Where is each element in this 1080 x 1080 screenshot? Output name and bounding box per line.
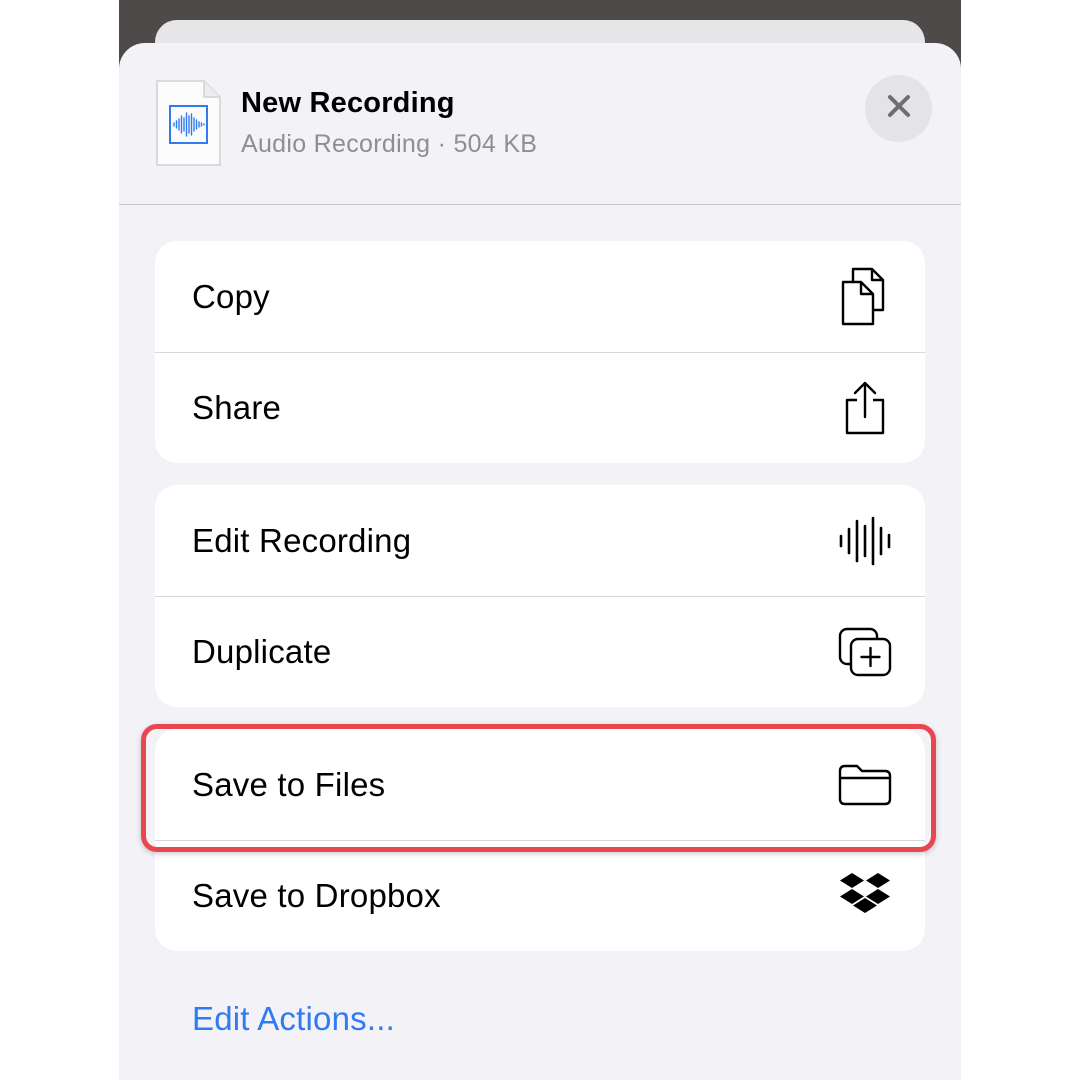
copy-action[interactable]: Copy xyxy=(155,241,925,352)
share-label: Share xyxy=(192,388,282,426)
share-icon xyxy=(835,378,895,438)
close-button[interactable] xyxy=(865,75,932,142)
waveform-icon xyxy=(835,511,895,571)
edit-recording-action[interactable]: Edit Recording xyxy=(155,485,925,596)
save-to-files-action[interactable]: Save to Files xyxy=(155,729,925,840)
file-title: New Recording xyxy=(241,87,455,119)
action-group-3: Save to Files Save to Dropbox xyxy=(155,729,925,951)
copy-label: Copy xyxy=(192,277,270,315)
dropbox-icon xyxy=(835,866,895,926)
file-subtitle: Audio Recording · 504 KB xyxy=(241,130,538,158)
action-group-2: Edit Recording Duplicate xyxy=(155,485,925,707)
share-sheet: New Recording Audio Recording · 504 KB C… xyxy=(119,43,961,1080)
duplicate-label: Duplicate xyxy=(192,632,332,670)
sheet-header: New Recording Audio Recording · 504 KB xyxy=(119,43,961,205)
action-group-1: Copy Share xyxy=(155,241,925,463)
waveform-document-icon xyxy=(156,80,221,166)
folder-icon xyxy=(835,755,895,815)
save-to-dropbox-label: Save to Dropbox xyxy=(192,876,441,914)
edit-recording-label: Edit Recording xyxy=(192,521,412,559)
edit-actions-link[interactable]: Edit Actions... xyxy=(192,1000,395,1038)
save-to-dropbox-action[interactable]: Save to Dropbox xyxy=(155,840,925,951)
share-action[interactable]: Share xyxy=(155,352,925,463)
duplicate-icon xyxy=(835,622,895,682)
duplicate-action[interactable]: Duplicate xyxy=(155,596,925,707)
close-icon xyxy=(886,93,912,124)
save-to-files-label: Save to Files xyxy=(192,765,386,803)
copy-icon xyxy=(835,267,895,327)
header-divider xyxy=(119,204,961,205)
